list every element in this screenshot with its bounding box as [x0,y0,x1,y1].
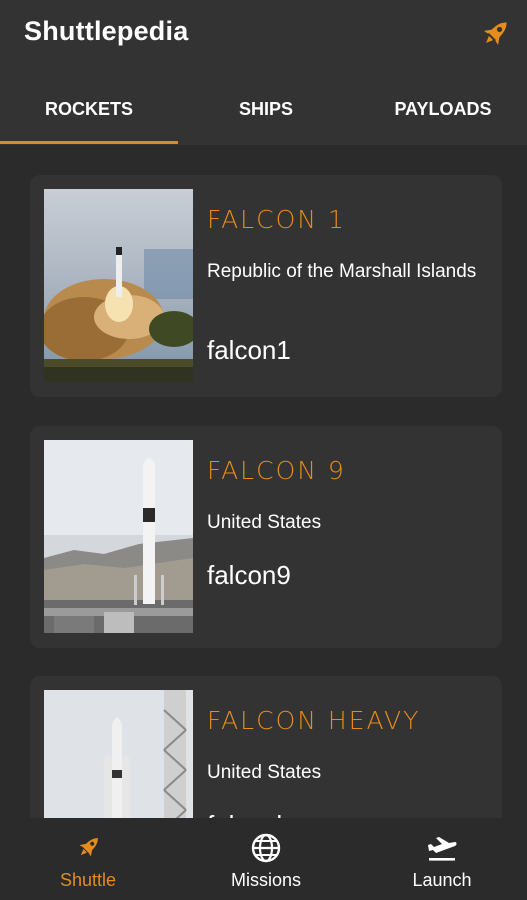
tab-indicator [0,141,178,144]
tab-bar: ROCKETS SHIPS PAYLOADS [0,88,527,145]
tab-ships[interactable]: SHIPS [178,88,354,145]
rocket-name: FALCON HEAVY [207,706,421,735]
takeoff-icon [424,830,460,866]
nav-missions[interactable]: Missions [178,818,354,900]
nav-label: Launch [412,870,472,890]
rocket-image [44,189,193,382]
rocket-list[interactable]: FALCON 1 Republic of the Marshall Island… [0,145,527,818]
rocket-card-falcon1[interactable]: FALCON 1 Republic of the Marshall Island… [30,175,502,397]
rocket-icon [70,830,106,866]
bottom-nav: Shuttle Missions Launch [0,818,527,900]
app-title: Shuttlepedia [24,16,189,46]
nav-label: Shuttle [59,870,117,890]
rocket-image [44,690,193,818]
rocket-card-falcon9[interactable]: FALCON 9 United States falcon9 [30,426,502,648]
rocket-id: falcon1 [207,335,291,365]
rocket-country: United States [207,512,322,533]
tab-payloads[interactable]: PAYLOADS [354,88,527,145]
nav-launch[interactable]: Launch [354,818,527,900]
rocket-name: FALCON 1 [207,205,346,234]
rocket-name: FALCON 9 [207,456,346,485]
rocket-card-falconheavy[interactable]: FALCON HEAVY United States falconheavy [30,676,502,818]
nav-label: Missions [230,870,301,890]
rocket-country: Republic of the Marshall Islands [207,261,477,282]
tab-rockets[interactable]: ROCKETS [0,88,178,145]
rocket-icon[interactable] [479,16,513,50]
rocket-id: falcon9 [207,560,291,590]
globe-icon [248,830,284,866]
nav-shuttle[interactable]: Shuttle [0,818,176,900]
app-bar: Shuttlepedia ROCKETS SHIPS PAYLOADS [0,0,527,145]
rocket-country: United States [207,762,322,783]
rocket-id: falconheavy [207,810,346,818]
rocket-image [44,440,193,633]
